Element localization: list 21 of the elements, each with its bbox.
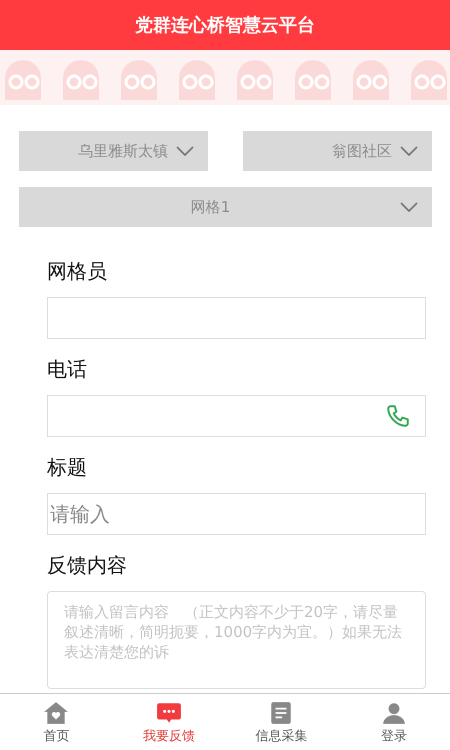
dropdown[interactable]: 乌里雅斯太镇 bbox=[19, 131, 208, 171]
field-label: 电话 bbox=[47, 357, 88, 381]
nav-tab[interactable]: 信息采集 bbox=[225, 694, 338, 750]
dropdown[interactable]: 翁图社区 bbox=[243, 131, 432, 171]
chevron-down-icon bbox=[176, 146, 194, 156]
app-title: 党群连心桥智慧云平台 bbox=[135, 14, 315, 37]
chevron-down-icon bbox=[400, 146, 418, 156]
chevron-down-icon bbox=[400, 202, 418, 212]
input-field[interactable] bbox=[47, 297, 426, 339]
nav-tab[interactable]: 首页 bbox=[0, 694, 112, 750]
field-label: 标题 bbox=[47, 455, 88, 479]
nav-tab[interactable]: 登录 bbox=[338, 694, 450, 750]
dropdown[interactable]: 网格1 bbox=[19, 187, 432, 227]
nav-tab[interactable]: 我要反馈 bbox=[112, 694, 225, 750]
field-label: 反馈内容 bbox=[47, 553, 128, 577]
field-label: 网格员 bbox=[47, 259, 108, 283]
phone-icon bbox=[385, 403, 411, 429]
home-icon bbox=[43, 700, 70, 726]
phone-field[interactable] bbox=[47, 395, 426, 437]
input-field[interactable]: 请输入 bbox=[47, 493, 426, 535]
feedback-textarea[interactable]: 请输入留言内容 （正文内容不少于20字，请尽量叙述清晰，简明扼要，1000字内为宜。）如果无法表达清楚您的诉 bbox=[47, 591, 426, 689]
